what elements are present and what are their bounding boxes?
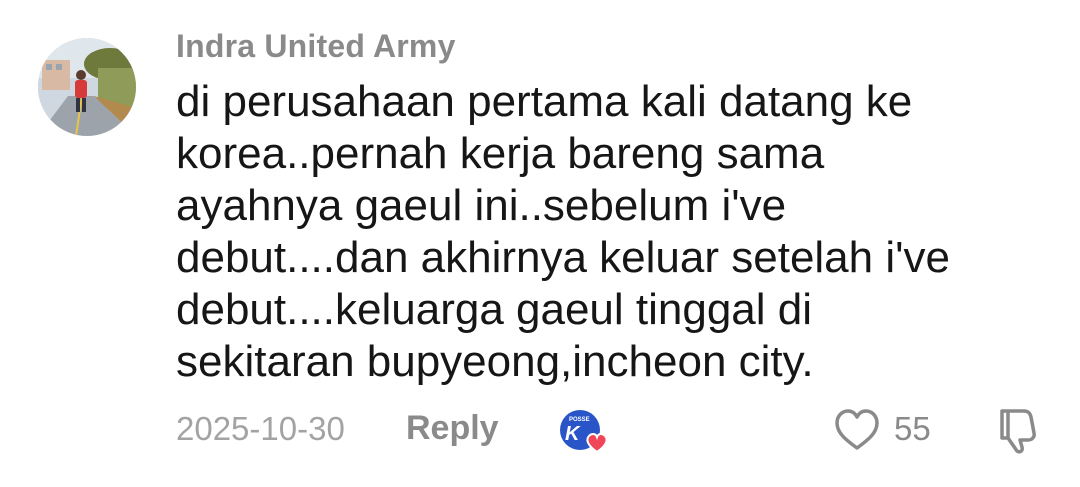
comment-date: 2025-10-30 — [176, 410, 345, 447]
comment-text-line: di perusahaan pertama kali datang ke — [176, 77, 913, 126]
comment-username[interactable]: Indra United Army — [176, 28, 456, 65]
avatar-photo — [38, 38, 136, 136]
svg-text:K: K — [565, 423, 581, 445]
comment-text-line: sekitaran bupyeong,incheon city. — [176, 337, 814, 386]
like-count: 55 — [894, 410, 931, 447]
creator-liked-badge[interactable]: POSSE K — [559, 406, 611, 454]
heart-outline-icon — [835, 409, 879, 450]
comment-text-line: debut....dan akhirnya keluar setelah i'v… — [176, 233, 950, 282]
comment-text-line: ayahnya gaeul ini..sebelum i've — [176, 181, 787, 230]
thumbs-down-outline-icon — [1000, 409, 1036, 454]
user-avatar[interactable] — [38, 38, 136, 136]
comment-text-line: korea..pernah kerja bareng sama — [176, 129, 825, 178]
like-button[interactable]: 55 — [834, 406, 944, 454]
comment-text: di perusahaan pertama kali datang ke kor… — [176, 76, 1056, 388]
creator-liked-icon: POSSE K — [560, 410, 608, 454]
reply-button[interactable]: Reply — [406, 409, 499, 448]
dislike-button[interactable] — [994, 405, 1044, 455]
comment-actions: 2025-10-30 Reply POSSE K 55 — [0, 400, 1080, 460]
comment-text-line: debut....keluarga gaeul tinggal di — [176, 285, 813, 334]
